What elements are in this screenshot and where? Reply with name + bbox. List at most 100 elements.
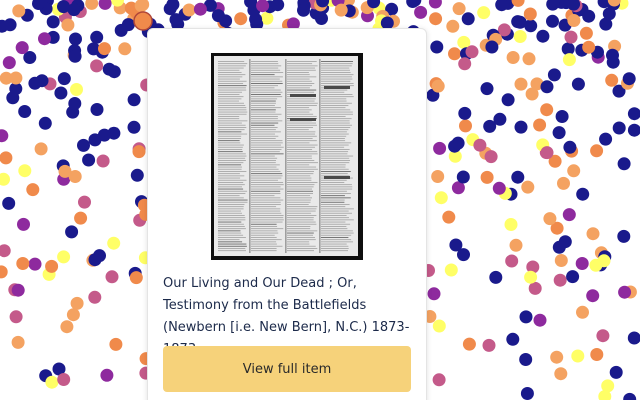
decorative-dot	[571, 349, 585, 363]
decorative-dot	[0, 151, 13, 165]
decorative-dot	[452, 2, 466, 16]
decorative-dot	[599, 132, 613, 146]
view-full-item-button[interactable]: View full item	[163, 346, 411, 392]
decorative-dot	[65, 225, 79, 239]
decorative-dot	[458, 57, 472, 71]
decorative-dot	[88, 133, 102, 147]
decorative-dot	[0, 265, 8, 279]
decorative-dot	[96, 154, 110, 168]
decorative-dot	[100, 368, 114, 382]
decorative-dot	[553, 273, 567, 287]
decorative-dot	[69, 32, 82, 46]
decorative-dot	[118, 42, 132, 56]
decorative-dot	[571, 77, 585, 91]
decorative-dot	[193, 2, 207, 16]
decorative-dot	[9, 71, 23, 85]
decorative-dot	[434, 191, 448, 205]
decorative-dot	[0, 172, 10, 186]
decorative-dot	[540, 146, 554, 160]
decorative-dot	[98, 42, 111, 56]
decorative-dot	[533, 118, 547, 132]
decorative-dot	[586, 227, 600, 241]
decorative-dot	[523, 7, 537, 21]
decorative-dot	[449, 238, 463, 252]
decorative-dot	[45, 375, 59, 389]
decorative-dot	[514, 120, 528, 134]
decorative-dot	[90, 103, 104, 116]
decorative-dot	[66, 308, 80, 322]
decorative-dot	[524, 270, 538, 284]
decorative-dot	[12, 4, 26, 18]
item-card: Our Living and Our Dead ; Or, Testimony …	[147, 28, 427, 400]
decorative-dot	[504, 218, 518, 231]
decorative-dot	[61, 18, 75, 32]
decorative-dot	[107, 236, 121, 250]
decorative-dot	[564, 30, 578, 44]
decorative-dot	[2, 196, 16, 210]
decorative-dot	[57, 72, 71, 86]
decorative-dot	[88, 290, 102, 304]
decorative-dot	[557, 176, 570, 190]
decorative-dot	[492, 181, 506, 195]
decorative-dot	[133, 11, 153, 31]
decorative-dot	[550, 350, 564, 364]
decorative-dot	[513, 15, 527, 29]
decorative-dot	[605, 73, 619, 87]
decorative-dot	[102, 62, 116, 76]
decorative-dot	[18, 164, 32, 178]
decorative-dot	[465, 45, 479, 59]
decorative-dot	[555, 110, 569, 123]
decorative-dot	[54, 86, 68, 100]
decorative-dot	[130, 168, 144, 182]
decorative-dot	[477, 6, 491, 20]
decorative-dot	[480, 170, 494, 184]
decorative-dot	[506, 51, 520, 64]
decorative-dot	[98, 0, 112, 10]
newspaper-page-texture	[218, 59, 354, 253]
decorative-dot	[432, 373, 446, 387]
decorative-dot	[558, 235, 572, 249]
newspaper-page-image	[214, 56, 358, 256]
decorative-dot	[480, 82, 494, 96]
decorative-dot	[575, 257, 589, 270]
decorative-dot	[105, 270, 119, 284]
item-thumbnail[interactable]	[211, 53, 363, 260]
decorative-dot	[132, 145, 146, 159]
decorative-dot	[18, 105, 32, 118]
decorative-dot	[68, 97, 82, 110]
decorative-dot	[430, 40, 444, 54]
decorative-dot	[579, 26, 593, 40]
decorative-dot	[2, 56, 16, 70]
decorative-dot	[554, 367, 568, 381]
decorative-dot	[60, 320, 74, 334]
decorative-dot	[602, 7, 616, 21]
decorative-dot	[547, 68, 561, 82]
decorative-dot	[182, 3, 196, 17]
decorative-dot	[546, 0, 560, 11]
decorative-dot	[566, 270, 580, 284]
decorative-dot	[590, 348, 604, 361]
decorative-dot	[482, 338, 496, 352]
decorative-dot	[3, 18, 17, 32]
decorative-dot	[528, 281, 542, 295]
decorative-dot	[431, 170, 445, 183]
decorative-dot	[88, 253, 102, 267]
decorative-dot	[489, 270, 503, 284]
decorative-dot	[456, 170, 470, 184]
decorative-dot	[249, 12, 263, 26]
decorative-dot	[520, 387, 534, 400]
decorative-dot	[82, 153, 96, 167]
decorative-dot	[590, 144, 604, 158]
decorative-dot	[597, 254, 611, 268]
decorative-dot	[627, 331, 640, 345]
decorative-dot	[428, 0, 442, 9]
decorative-dot	[596, 329, 610, 343]
decorative-dot	[576, 305, 589, 319]
decorative-dot	[540, 80, 554, 94]
decorative-dot	[38, 32, 51, 46]
decorative-dot	[414, 5, 428, 19]
decorative-dot	[511, 170, 525, 184]
decorative-dot	[427, 287, 441, 301]
decorative-dot	[493, 112, 507, 126]
decorative-dot	[485, 40, 499, 54]
